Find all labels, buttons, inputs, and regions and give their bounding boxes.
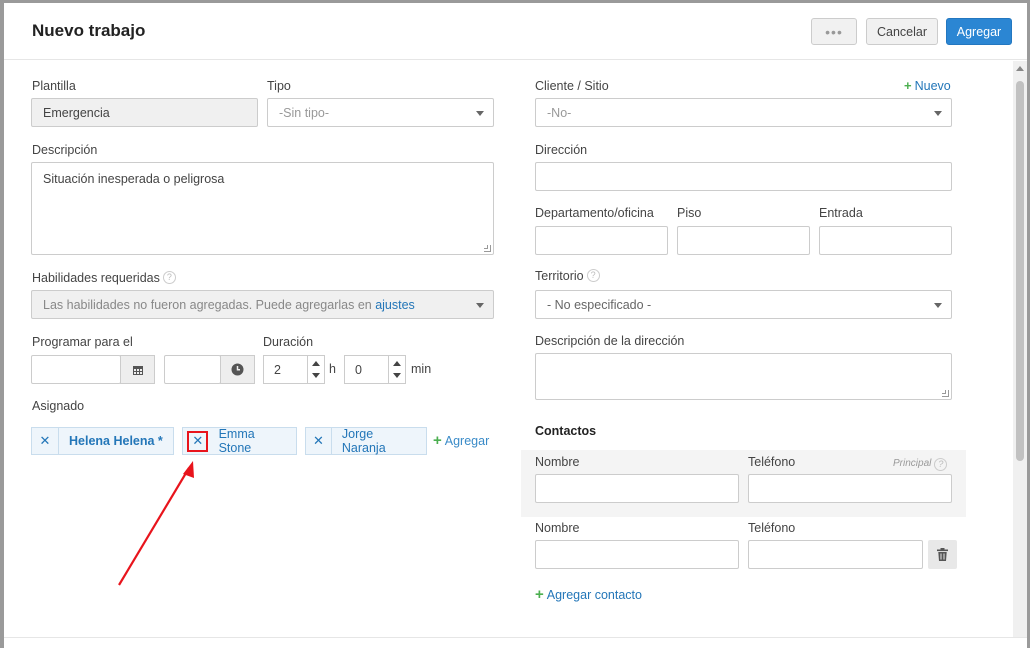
resize-handle-icon[interactable] <box>942 390 949 397</box>
address-input[interactable] <box>535 162 952 191</box>
address-description-label: Descripción de la dirección <box>535 334 685 348</box>
type-select-value: -Sin tipo- <box>279 105 330 120</box>
schedule-label: Programar para el <box>32 335 133 349</box>
assignee-tag: ✕ Emma Stone <box>182 427 297 455</box>
contact-name-label: Nombre <box>535 455 580 469</box>
address-description-textarea[interactable] <box>535 353 952 400</box>
description-textarea[interactable]: Situación inesperada o peligrosa <box>31 162 494 255</box>
skills-placeholder: Las habilidades no fueron agregadas. Pue… <box>43 297 372 312</box>
remove-icon[interactable]: ✕ <box>32 428 59 454</box>
floor-input[interactable] <box>677 226 810 255</box>
client-select[interactable]: -No- <box>535 98 952 127</box>
territory-label: Territorio? <box>535 269 600 283</box>
territory-select[interactable]: - No especificado - <box>535 290 952 319</box>
floor-label: Piso <box>677 206 702 220</box>
apartment-input[interactable] <box>535 226 668 255</box>
date-input[interactable] <box>31 355 121 384</box>
chevron-down-icon <box>934 111 942 116</box>
plus-icon: + <box>904 78 912 93</box>
description-text: Situación inesperada o peligrosa <box>43 172 225 186</box>
add-contact-link[interactable]: + Agregar contacto <box>535 586 642 603</box>
hours-unit: h <box>329 362 336 376</box>
apartment-label: Departamento/oficina <box>535 206 654 220</box>
skills-select[interactable]: Las habilidades no fueron agregadas. Pue… <box>31 290 494 319</box>
modal-title: Nuevo trabajo <box>32 21 146 40</box>
type-select[interactable]: -Sin tipo- <box>267 98 494 127</box>
new-client-link[interactable]: + Nuevo <box>904 78 951 93</box>
assignee-tag: ✕ Helena Helena * <box>31 427 174 455</box>
more-options-button[interactable]: ••• <box>811 18 857 45</box>
contact-name-input[interactable] <box>535 474 739 503</box>
contact-phone-label: Teléfono <box>748 521 796 535</box>
assignee-name: Helena Helena * <box>69 434 163 448</box>
chevron-down-icon <box>476 111 484 116</box>
add-button[interactable]: Agregar <box>946 18 1012 45</box>
vertical-scrollbar[interactable] <box>1013 61 1027 637</box>
hours-stepper[interactable]: 2 <box>263 355 325 384</box>
help-icon[interactable]: ? <box>934 458 948 471</box>
chevron-down-icon <box>476 303 484 308</box>
contacts-title: Contactos <box>535 424 597 438</box>
add-assignee-link[interactable]: + Agregar <box>433 432 489 449</box>
minutes-value: 0 <box>355 362 362 377</box>
address-label: Dirección <box>535 143 588 157</box>
assignee-tag: ✕ Jorge Naranja <box>305 427 427 455</box>
increment-icon[interactable] <box>312 361 320 366</box>
new-client-label: Nuevo <box>914 79 951 93</box>
assignee-name: Emma Stone <box>218 427 255 455</box>
decrement-icon[interactable] <box>312 373 320 378</box>
type-label: Tipo <box>267 79 291 93</box>
scrollbar-thumb[interactable] <box>1016 81 1024 461</box>
trash-icon[interactable] <box>928 540 957 569</box>
remove-icon[interactable]: ✕ <box>306 428 332 454</box>
calendar-icon[interactable] <box>120 355 155 384</box>
cancel-button[interactable]: Cancelar <box>866 18 938 45</box>
help-icon[interactable]: ? <box>586 269 600 282</box>
duration-label: Duración <box>263 335 314 349</box>
hours-value: 2 <box>274 362 281 377</box>
plus-icon: + <box>433 432 442 449</box>
contact-phone-input[interactable] <box>748 540 923 569</box>
contact-phone-label: Teléfono <box>748 455 796 469</box>
assignee-name: Jorge Naranja <box>341 427 386 455</box>
principal-label-text: Principal <box>893 458 932 469</box>
skills-label: Habilidades requeridas? <box>32 271 176 285</box>
skills-label-text: Habilidades requeridas <box>32 271 160 285</box>
principal-label: Principal? <box>893 458 948 471</box>
time-input[interactable] <box>164 355 221 384</box>
help-icon[interactable]: ? <box>162 271 176 284</box>
client-select-value: -No- <box>547 105 572 120</box>
description-label: Descripción <box>32 143 98 157</box>
template-label: Plantilla <box>32 79 76 93</box>
minutes-stepper[interactable]: 0 <box>344 355 406 384</box>
remove-icon[interactable]: ✕ <box>183 428 209 454</box>
minutes-unit: min <box>411 362 432 376</box>
entrance-input[interactable] <box>819 226 952 255</box>
clock-icon[interactable] <box>220 355 255 384</box>
skills-settings-link[interactable]: ajustes <box>375 298 415 312</box>
territory-label-text: Territorio <box>535 269 584 283</box>
new-job-modal: Nuevo trabajo ••• Cancelar Agregar Plant… <box>4 3 1027 648</box>
chevron-down-icon <box>934 303 942 308</box>
client-label: Cliente / Sitio <box>535 79 609 93</box>
territory-select-value: - No especificado - <box>547 297 652 312</box>
resize-handle-icon[interactable] <box>484 245 491 252</box>
entrance-label: Entrada <box>819 206 863 220</box>
assigned-label: Asignado <box>32 399 85 413</box>
template-field[interactable]: Emergencia <box>31 98 258 127</box>
modal-header: Nuevo trabajo ••• Cancelar Agregar <box>4 3 1027 60</box>
scroll-up-icon[interactable] <box>1016 66 1024 71</box>
add-contact-label: Agregar contacto <box>546 588 642 602</box>
contact-phone-input[interactable] <box>748 474 952 503</box>
plus-icon: + <box>535 586 544 603</box>
annotation-arrow-icon <box>118 461 194 586</box>
add-assignee-label: Agregar <box>444 434 490 448</box>
contact-name-label: Nombre <box>535 521 580 535</box>
increment-icon[interactable] <box>393 361 401 366</box>
decrement-icon[interactable] <box>393 373 401 378</box>
footer-divider <box>4 637 1027 638</box>
contact-name-input[interactable] <box>535 540 739 569</box>
